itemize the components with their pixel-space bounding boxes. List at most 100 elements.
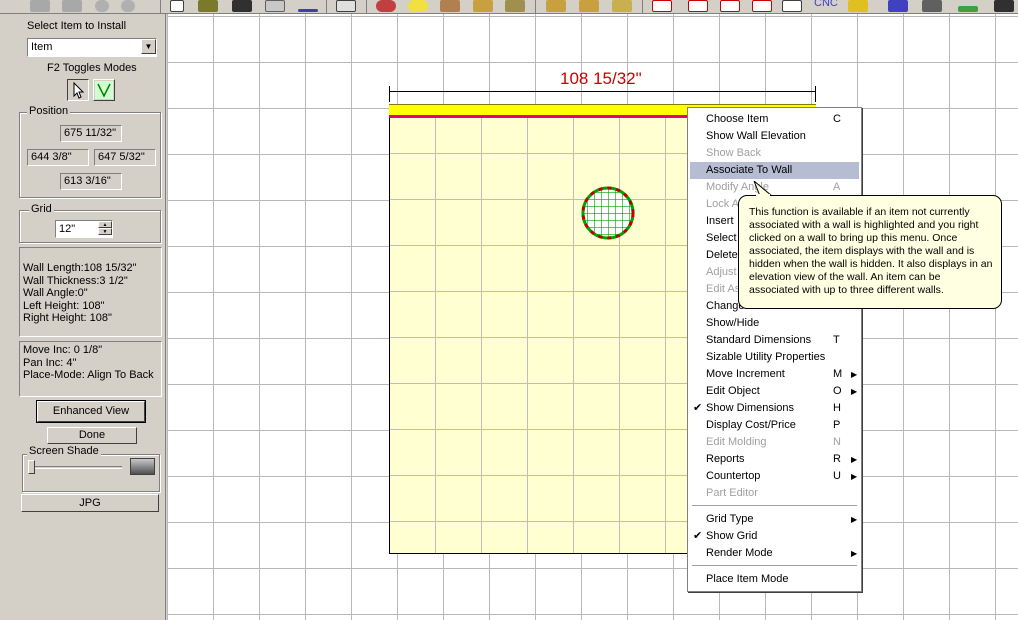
tools-icon[interactable] <box>922 0 942 12</box>
menu-item-associate-to-wall[interactable]: Associate To Wall <box>690 162 859 179</box>
texture-icon[interactable] <box>440 0 460 12</box>
menu-label: Insert <box>706 215 734 227</box>
left-panel: Select Item to Install Item ▼ F2 Toggles… <box>0 14 166 620</box>
menu-item-edit-object[interactable]: Edit Object O ▶ <box>690 383 859 400</box>
menu-item-standard-dimensions[interactable]: Standard Dimensions T <box>690 332 859 349</box>
report-p-icon[interactable] <box>688 0 708 12</box>
menu-label: Choose Item <box>706 113 769 125</box>
cabinet-icon[interactable] <box>505 0 525 12</box>
enhanced-view-button[interactable]: Enhanced View <box>36 400 146 423</box>
wall-length: Wall Length:108 15/32" <box>23 262 137 274</box>
box-icon[interactable] <box>546 0 566 12</box>
jpg-button[interactable]: JPG <box>21 494 159 512</box>
menu-item-move-increment[interactable]: Move Increment M ▶ <box>690 366 859 383</box>
menu-label: Show Grid <box>706 530 758 542</box>
line-icon[interactable] <box>298 9 318 12</box>
report-b-icon[interactable] <box>652 0 672 12</box>
menu-item-grid-type[interactable]: Grid Type ▶ <box>690 511 859 528</box>
screen-shade-slider-thumb[interactable] <box>28 460 35 474</box>
menu-label: Reports <box>706 453 745 465</box>
box-stack-icon[interactable] <box>579 0 599 12</box>
forward-arrow-icon[interactable] <box>62 0 82 12</box>
menu-label: Show/Hide <box>706 317 760 329</box>
grid-size-input[interactable]: 12" ▲ ▼ <box>55 220 113 238</box>
menu-label: Show Wall Elevation <box>706 130 806 142</box>
menu-item-modify-angle[interactable]: Modify Angle A <box>690 179 859 196</box>
round-item[interactable] <box>580 185 636 241</box>
grid-size-value: 12" <box>59 223 76 235</box>
menu-label: Grid Type <box>706 513 754 525</box>
home-icon[interactable] <box>121 0 135 12</box>
pointer-mode-button[interactable] <box>67 79 89 101</box>
ruler-icon[interactable] <box>958 6 978 12</box>
menu-item-place-item-mode[interactable]: Place Item Mode <box>690 571 859 588</box>
wall-mode-button[interactable] <box>93 79 115 101</box>
report-c-icon[interactable] <box>720 0 740 12</box>
menu-label: Edit As <box>706 283 741 295</box>
door-icon[interactable] <box>473 0 493 12</box>
screen-shade-slider-track[interactable] <box>28 466 122 469</box>
move-increment: Move Inc: 0 1/8" <box>23 344 103 356</box>
menu-item-show-dimensions[interactable]: ✔ Show Dimensions H <box>690 400 859 417</box>
menu-item-show-grid[interactable]: ✔ Show Grid <box>690 528 859 545</box>
item-select[interactable]: Item ▼ <box>27 38 157 57</box>
toolbar-separator <box>366 0 367 13</box>
submenu-arrow-icon: ▶ <box>851 455 858 464</box>
submenu-arrow-icon: ▶ <box>851 472 858 481</box>
cnc-icon[interactable]: CNC <box>814 0 838 9</box>
wall-mode-icon <box>95 81 113 99</box>
toolbar-separator <box>642 0 643 13</box>
tooltip: This function is available if an item no… <box>738 195 1002 309</box>
back-arrow-icon[interactable] <box>30 0 50 12</box>
toolbar-separator <box>160 0 161 13</box>
done-button[interactable]: Done <box>47 427 137 444</box>
print-icon[interactable] <box>265 0 285 12</box>
right-height: Right Height: 108" <box>23 312 112 324</box>
drawing-canvas[interactable]: 108 15/32" <box>167 14 1018 620</box>
palette-icon[interactable] <box>376 0 396 12</box>
menu-item-show-hide[interactable]: Show/Hide <box>690 315 859 332</box>
menu-label: Show Dimensions <box>706 402 795 414</box>
spin-up-icon[interactable]: ▲ <box>98 221 112 228</box>
menu-item-show-wall-elevation[interactable]: Show Wall Elevation <box>690 128 859 145</box>
menu-item-edit-molding[interactable]: Edit Molding N <box>690 434 859 451</box>
checkbox-icon[interactable] <box>336 0 356 12</box>
menu-item-render-mode[interactable]: Render Mode ▶ <box>690 545 859 562</box>
camera-icon[interactable] <box>232 0 252 12</box>
bulb-icon[interactable] <box>408 0 428 12</box>
menu-label: Move Increment <box>706 368 785 380</box>
menu-item-display-cost-price[interactable]: Display Cost/Price P <box>690 417 859 434</box>
balance-icon[interactable] <box>848 0 868 12</box>
pan-increment: Pan Inc: 4" <box>23 356 77 369</box>
grid-box-icon[interactable] <box>612 0 632 12</box>
toggle-modes-label: F2 Toggles Modes <box>47 62 137 74</box>
stop-icon[interactable] <box>95 0 109 12</box>
draw-icon[interactable] <box>198 0 218 12</box>
menu-label: Display Cost/Price <box>706 419 796 431</box>
measure-icon[interactable] <box>994 0 1014 12</box>
menu-item-countertop[interactable]: Countertop U ▶ <box>690 468 859 485</box>
menu-item-show-back[interactable]: Show Back <box>690 145 859 162</box>
tooltip-pointer-mask <box>756 194 770 197</box>
menu-item-choose-item[interactable]: Choose Item C <box>690 111 859 128</box>
new-icon[interactable] <box>170 0 184 12</box>
menu-label: Sizable Utility Properties <box>706 351 826 363</box>
chevron-down-icon[interactable]: ▼ <box>141 39 156 54</box>
menu-label: Edit Object <box>706 385 760 397</box>
report-r-icon[interactable] <box>752 0 772 12</box>
spin-down-icon[interactable]: ▼ <box>98 228 112 235</box>
document-icon[interactable] <box>782 0 802 12</box>
screen-shade-preview[interactable] <box>130 458 155 475</box>
menu-item-sizable-utility-properties[interactable]: Sizable Utility Properties <box>690 349 859 366</box>
menu-item-reports[interactable]: Reports R ▶ <box>690 451 859 468</box>
dimension-tick-left <box>389 86 390 102</box>
dimension-line <box>389 91 816 92</box>
menu-shortcut: M <box>833 368 843 380</box>
screen-shade-title: Screen Shade <box>27 445 101 457</box>
menu-item-part-editor[interactable]: Part Editor <box>690 485 859 502</box>
wall-angle: Wall Angle:0" <box>23 287 88 299</box>
menu-label: Delete <box>706 249 738 261</box>
network-icon[interactable] <box>888 0 908 12</box>
checkmark-icon: ✔ <box>693 402 703 414</box>
menu-shortcut: T <box>833 334 840 346</box>
